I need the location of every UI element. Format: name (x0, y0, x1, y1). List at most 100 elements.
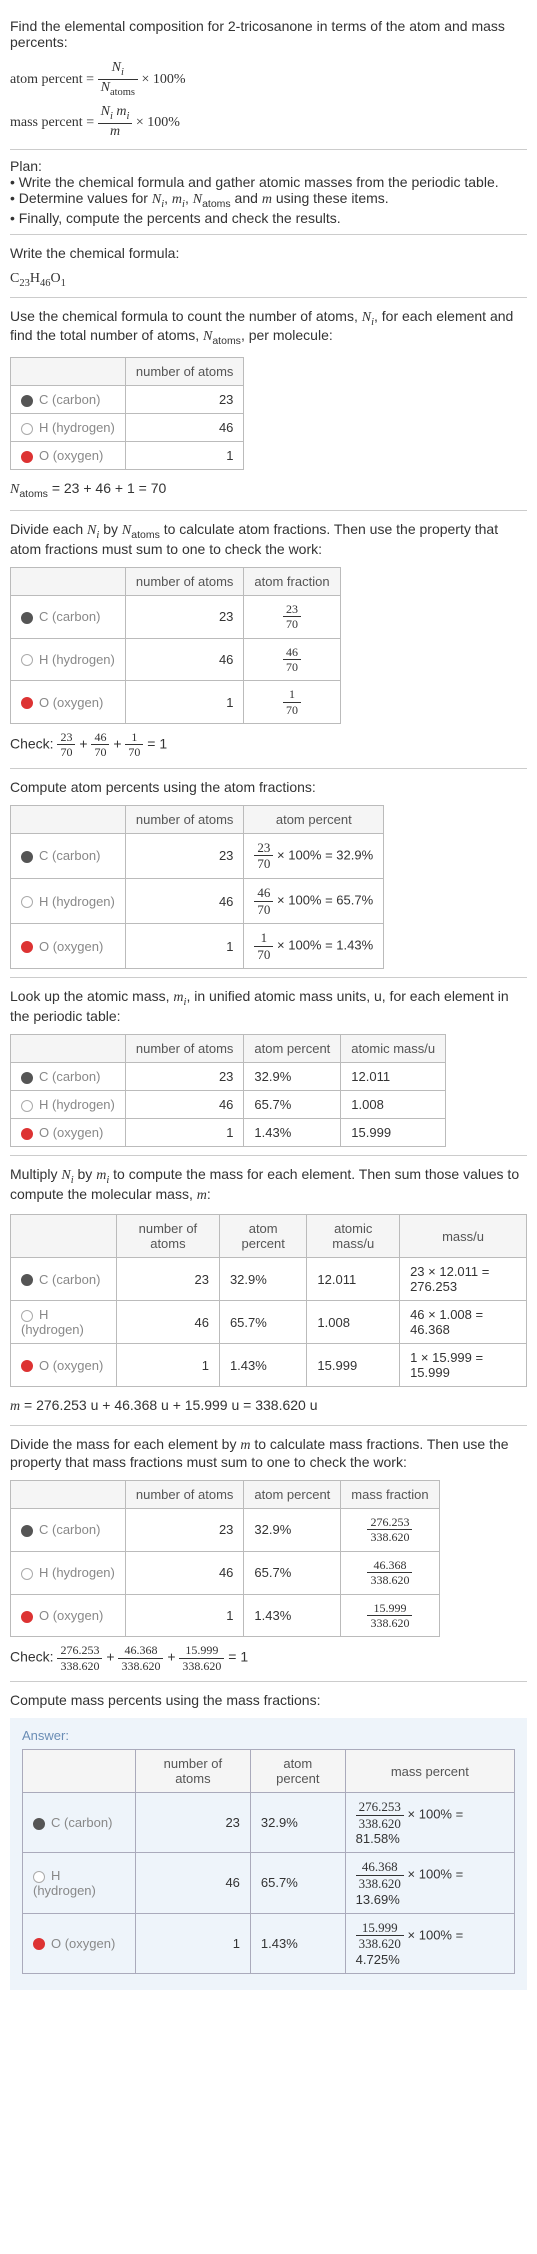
label: H (hydrogen) (39, 420, 115, 435)
count-table: number of atoms C (carbon)23 H (hydrogen… (10, 357, 244, 470)
table-row: O (oxygen)1 (11, 442, 244, 470)
carbon-dot-icon (21, 612, 33, 624)
table-row: C (carbon)232370 (11, 595, 341, 638)
hydrogen-dot-icon (21, 1310, 33, 1322)
p: 65.7% (219, 1301, 306, 1344)
d: 70 (125, 745, 143, 759)
carbon-dot-icon (33, 1818, 45, 1830)
fractions-table: number of atomsatom fraction C (carbon)2… (10, 567, 341, 724)
h: mass percent (345, 1750, 514, 1793)
num: 23 (283, 602, 301, 617)
times100: × 100% (136, 115, 180, 130)
d: 338.620 (179, 1659, 224, 1673)
n: 23 (57, 730, 75, 745)
oxygen-dot-icon (21, 1360, 33, 1372)
table-row: O (oxygen)1170 × 100% = 1.43% (11, 924, 384, 969)
den: 70 (283, 703, 301, 717)
n: 46 (135, 1853, 250, 1913)
den: 70 (283, 617, 301, 631)
t: Look up the atomic mass, (10, 988, 173, 1004)
n: 15.999 (367, 1601, 412, 1616)
hydrogen-dot-icon (21, 423, 33, 435)
chemical-formula: C23H46O1 (10, 271, 527, 289)
table-row: C (carbon)2332.9%12.01123 × 12.011 = 276… (11, 1258, 527, 1301)
table-row: C (carbon)23 (11, 386, 244, 414)
d: 338.620 (57, 1659, 102, 1673)
t: by (99, 521, 122, 537)
hydrogen-dot-icon (21, 654, 33, 666)
t: Divide the mass for each element by (10, 1436, 240, 1452)
val: 1 (125, 442, 244, 470)
n: 1 (125, 730, 143, 745)
o-sub: 1 (61, 278, 66, 289)
l: C (carbon) (51, 1815, 112, 1830)
p: 32.9% (244, 1063, 341, 1091)
num: 46 (283, 645, 301, 660)
d: 338.620 (367, 1573, 412, 1587)
t: Divide each (10, 521, 87, 537)
n: 23 (125, 1063, 244, 1091)
label: O (oxygen) (39, 695, 103, 710)
hdr: number of atoms (125, 805, 244, 833)
d: 338.620 (367, 1616, 412, 1630)
eq: = 1 (228, 1649, 248, 1665)
n: 23 (125, 833, 244, 878)
hdr-number-of-atoms: number of atoms (125, 358, 244, 386)
label: atom percent = (10, 72, 98, 87)
h: atomic mass/u (307, 1215, 400, 1258)
n: 23 (135, 1793, 250, 1853)
n: 23 (254, 840, 273, 857)
carbon-dot-icon (21, 395, 33, 407)
h: atom percent (244, 1035, 341, 1063)
table-row: H (hydrogen)464670 (11, 638, 341, 681)
n: 46 (125, 879, 244, 924)
p: 65.7% (244, 1551, 341, 1594)
l: O (oxygen) (39, 1608, 103, 1623)
table-row: H (hydrogen)464670 × 100% = 65.7% (11, 879, 384, 924)
fractions-check: Check: 2370 + 4670 + 170 = 1 (10, 730, 527, 760)
oxygen-dot-icon (21, 941, 33, 953)
h: H (30, 271, 40, 286)
n: 46 (254, 885, 273, 902)
n: 46 (91, 730, 109, 745)
natoms-sum: Natoms = 23 + 46 + 1 = 70 (10, 480, 527, 500)
n: 276.253 (57, 1643, 102, 1658)
n: 1 (116, 1344, 219, 1387)
oxygen-dot-icon (21, 451, 33, 463)
n: 23 (125, 1509, 244, 1552)
h: atom percent (244, 1481, 341, 1509)
eq: = 276.253 u + 46.368 u + 15.999 u = 338.… (20, 1397, 317, 1413)
p: 1.43% (244, 1594, 341, 1637)
mass-frac-para: Divide the mass for each element by m to… (10, 1436, 527, 1470)
t: by (74, 1166, 97, 1182)
answer-box: Answer: number of atomsatom percentmass … (10, 1718, 527, 1990)
carbon-dot-icon (21, 1525, 33, 1537)
table-row: C (carbon)2332.9%276.253338.620 (11, 1509, 440, 1552)
hdr: number of atoms (125, 567, 244, 595)
label: H (hydrogen) (39, 652, 115, 667)
fractions-para: Divide each Ni by Natoms to calculate at… (10, 521, 527, 557)
l: Check: (10, 1649, 57, 1665)
d: 338.620 (356, 1876, 404, 1892)
answer-label: Answer: (22, 1728, 515, 1743)
m: 1.008 (341, 1091, 446, 1119)
hdr: atom fraction (244, 567, 340, 595)
table-row: H (hydrogen)46 (11, 414, 244, 442)
d: 338.620 (367, 1530, 412, 1544)
n: 46.368 (356, 1859, 404, 1876)
hydrogen-dot-icon (21, 1568, 33, 1580)
n: 46 (125, 1091, 244, 1119)
h: number of atoms (125, 1035, 244, 1063)
table-row: O (oxygen)1170 (11, 681, 341, 724)
carbon-dot-icon (21, 1274, 33, 1286)
table-row: H (hydrogen)4665.7%1.008 (11, 1091, 446, 1119)
p: 32.9% (219, 1258, 306, 1301)
h: number of atoms (116, 1215, 219, 1258)
t: , per molecule: (241, 327, 333, 343)
d: 70 (254, 947, 273, 963)
p: 65.7% (250, 1853, 345, 1913)
n: 1 (125, 681, 244, 724)
n: 23 (116, 1258, 219, 1301)
text: using these items. (272, 190, 389, 206)
eq: = 23 + 46 + 1 = 70 (48, 480, 166, 496)
